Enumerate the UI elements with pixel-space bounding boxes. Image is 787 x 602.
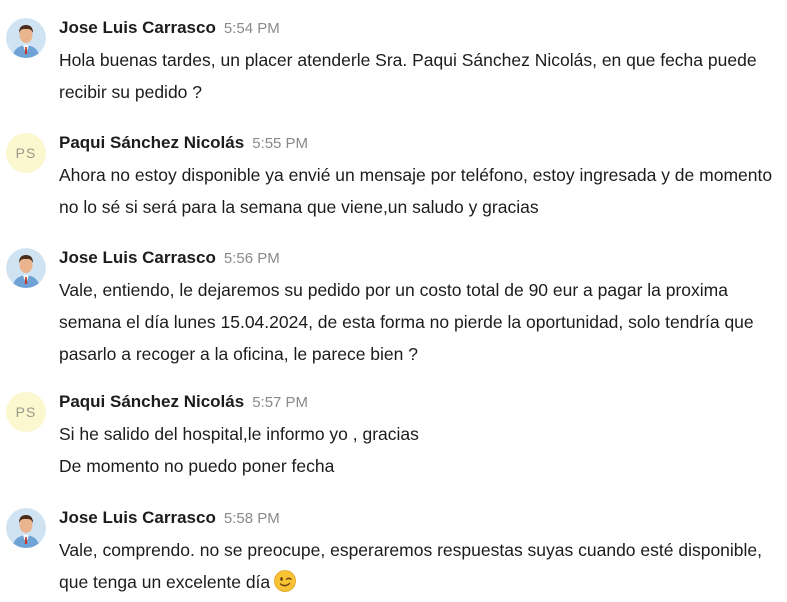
message-author[interactable]: Jose Luis Carrasco: [59, 508, 216, 527]
avatar[interactable]: [6, 248, 46, 288]
avatar[interactable]: PS: [6, 392, 46, 432]
avatar[interactable]: PS: [6, 133, 46, 173]
message-line: Hola buenas tardes, un placer atenderle …: [59, 50, 757, 102]
message-author[interactable]: Paqui Sánchez Nicolás: [59, 133, 244, 152]
avatar[interactable]: [6, 508, 46, 548]
message-header: Jose Luis Carrasco 5:54 PM: [59, 18, 280, 42]
message-timestamp[interactable]: 5:58 PM: [224, 510, 280, 527]
message-header: Paqui Sánchez Nicolás 5:57 PM: [59, 392, 308, 416]
message-author[interactable]: Paqui Sánchez Nicolás: [59, 392, 244, 411]
message-header: Jose Luis Carrasco 5:58 PM: [59, 508, 280, 532]
avatar[interactable]: [6, 18, 46, 58]
winking-face-emoji-icon: [274, 570, 297, 592]
message-author[interactable]: Jose Luis Carrasco: [59, 248, 216, 267]
message-header: Jose Luis Carrasco 5:56 PM: [59, 248, 280, 272]
message-line: Vale, comprendo. no se preocupe, esperar…: [59, 534, 779, 598]
message-line: Ahora no estoy disponible ya envié un me…: [59, 165, 773, 217]
avatar-initials: PS: [15, 145, 37, 161]
message-text: Vale, entiendo, le dejaremos su pedido p…: [59, 274, 779, 370]
message-timestamp[interactable]: 5:55 PM: [252, 135, 308, 152]
message-line-text: Vale, comprendo. no se preocupe, esperar…: [59, 540, 763, 592]
message-line: Vale, entiendo, le dejaremos su pedido p…: [59, 280, 754, 364]
message-timestamp[interactable]: 5:56 PM: [224, 250, 280, 267]
message-text: Ahora no estoy disponible ya envié un me…: [59, 159, 779, 223]
message-author[interactable]: Jose Luis Carrasco: [59, 18, 216, 37]
user-avatar-icon: [6, 18, 46, 58]
message-header: Paqui Sánchez Nicolás 5:55 PM: [59, 133, 308, 157]
message-text: Si he salido del hospital,le informo yo …: [59, 418, 779, 482]
message-line: Si he salido del hospital,le informo yo …: [59, 424, 419, 444]
message-line: De momento no puedo poner fecha: [59, 456, 335, 476]
message-text: Hola buenas tardes, un placer atenderle …: [59, 44, 779, 108]
user-avatar-icon: [6, 508, 46, 548]
message-text: Vale, comprendo. no se preocupe, esperar…: [59, 534, 779, 598]
message-timestamp[interactable]: 5:54 PM: [224, 20, 280, 37]
user-avatar-icon: [6, 248, 46, 288]
avatar-initials: PS: [15, 404, 37, 420]
message-timestamp[interactable]: 5:57 PM: [252, 394, 308, 411]
